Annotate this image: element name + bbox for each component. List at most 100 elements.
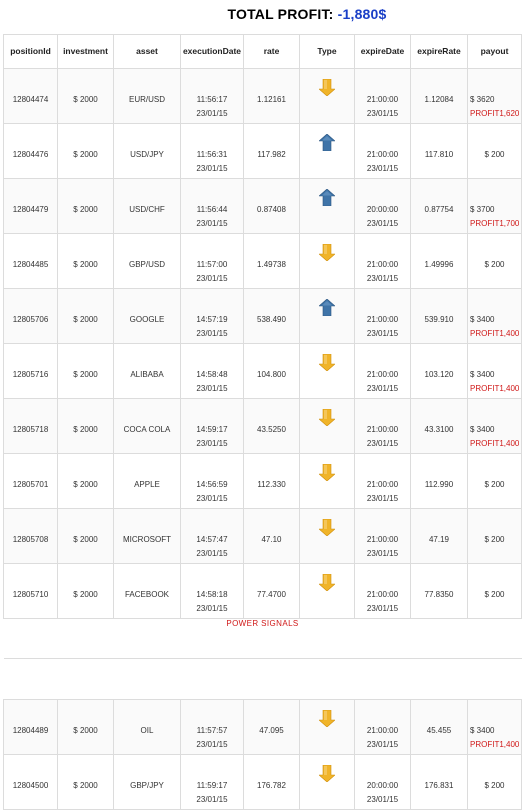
execution-date-cell: 14:57:19 23/01/15 [180, 288, 244, 344]
down-arrow-icon [319, 519, 335, 536]
type-cell [299, 233, 355, 289]
asset-cell: GOOGLE [113, 288, 181, 344]
payout-cell: $ 200 [467, 563, 522, 619]
expire-date-cell: 20:00:00 23/01/15 [354, 178, 411, 234]
cell-text: GBP/JPY [130, 781, 164, 790]
payout-cell: $ 200 [467, 123, 522, 179]
investment-cell: $ 2000 [57, 288, 114, 344]
column-header: investment [57, 34, 114, 69]
date-text: 23/01/15 [366, 274, 399, 283]
cell-text: 20:00:00 23/01/15 [356, 180, 410, 232]
date-text: 23/01/15 [196, 329, 228, 338]
time-text: 11:56:44 [196, 205, 228, 214]
date-text: 23/01/15 [366, 549, 399, 558]
time-text: 14:59:17 [196, 425, 228, 434]
cell-text: 43.5250 [257, 425, 286, 434]
cell-text: 11:56:17 23/01/15 [182, 70, 243, 122]
cell-text: 77.4700 [257, 590, 286, 599]
execution-date-cell: 14:58:48 23/01/15 [180, 343, 244, 399]
expire-rate-cell: 47.19 [410, 508, 468, 564]
column-header: expireDate [354, 34, 411, 69]
date-text: 23/01/15 [196, 109, 228, 118]
cell-text: 21:00:00 23/01/15 [356, 701, 410, 753]
cell-text: 1.12084 [424, 95, 454, 104]
payout-cell: $ 200 [467, 754, 522, 810]
date-text: 23/01/15 [366, 219, 399, 228]
position-id-cell: 12804489 [3, 699, 58, 755]
spacer-cell [3, 658, 522, 700]
cell-text: 21:00:00 23/01/15 [356, 400, 410, 452]
date-text: 23/01/15 [196, 494, 228, 503]
time-text: 11:56:31 [196, 150, 228, 159]
cell-text: $ 2000 [73, 370, 98, 379]
rate-cell: 1.12161 [243, 68, 300, 124]
investment-cell: $ 2000 [57, 343, 114, 399]
expire-date-cell: 21:00:00 23/01/15 [354, 453, 411, 509]
date-text: 23/01/15 [196, 274, 228, 283]
execution-date-cell: 11:56:31 23/01/15 [180, 123, 244, 179]
rate-cell: 47.095 [243, 699, 300, 755]
date-text: 23/01/15 [196, 604, 228, 613]
expire-rate-cell: 45.455 [410, 699, 468, 755]
cell-text: 117.982 [257, 150, 286, 159]
payout-value: $ 3400 [470, 370, 495, 379]
expire-date-cell: 21:00:00 23/01/15 [354, 233, 411, 289]
cell-text: 21:00:00 23/01/15 [356, 235, 410, 287]
table-row: 12804489 $ 2000 OIL 11:57:57 23/01/15 47.095 2… [3, 699, 522, 755]
date-text: 23/01/15 [196, 164, 228, 173]
table-row: 12805708 $ 2000 MICROSOFT 14:57:47 23/01/15 4… [3, 508, 522, 564]
cell-text: 14:58:18 23/01/15 [182, 565, 243, 617]
down-arrow-icon [319, 244, 335, 261]
cell-text: $ 2000 [73, 315, 98, 324]
cell-text: $ 3620 PROFIT1,620 [469, 70, 521, 122]
cell-text: COCA COLA [123, 425, 171, 434]
time-text: 21:00:00 [366, 260, 399, 269]
cell-text: 12805718 [12, 425, 49, 434]
execution-date-cell: 11:56:17 23/01/15 [180, 68, 244, 124]
cell-text: 43.3100 [424, 425, 454, 434]
table-row: 12804476 $ 2000 USD/JPY 11:56:31 23/01/15 117… [3, 123, 522, 179]
cell-text: 1.49996 [424, 260, 454, 269]
cell-text: ALIBABA [130, 370, 164, 379]
table-row: 12805718 $ 2000 COCA COLA 14:59:17 23/01/15 4… [3, 398, 522, 454]
expire-rate-cell: 0.87754 [410, 178, 468, 234]
investment-cell: $ 2000 [57, 233, 114, 289]
cell-text: 12804489 [12, 726, 49, 735]
position-id-cell: 12804479 [3, 178, 58, 234]
type-cell [299, 754, 355, 810]
time-text: 14:58:18 [196, 590, 228, 599]
time-text: 21:00:00 [366, 726, 399, 735]
cell-text: 14:57:19 23/01/15 [182, 290, 243, 342]
cell-text: $ 3700 PROFIT1,700 [469, 180, 521, 232]
cell-text: $ 3400 PROFIT1,400 [469, 701, 521, 753]
expire-date-cell: 21:00:00 23/01/15 [354, 288, 411, 344]
position-id-cell: 12804476 [3, 123, 58, 179]
cell-text: GBP/USD [128, 260, 165, 269]
cell-text: 0.87408 [257, 205, 286, 214]
time-text: 21:00:00 [366, 480, 399, 489]
cell-text: 12804485 [12, 260, 49, 269]
expire-date-cell: 21:00:00 23/01/15 [354, 508, 411, 564]
payout-cell: $ 3400 PROFIT1,400 [467, 699, 522, 755]
cell-text: $ 3400 PROFIT1,400 [469, 345, 521, 397]
cell-text: 14:57:47 23/01/15 [182, 510, 243, 562]
asset-cell: MICROSOFT [113, 508, 181, 564]
time-text: 21:00:00 [366, 370, 399, 379]
payout-value: $ 200 [484, 535, 505, 544]
time-text: 14:57:47 [196, 535, 228, 544]
type-cell [299, 563, 355, 619]
rate-cell: 112.330 [243, 453, 300, 509]
column-header: rate [243, 34, 300, 69]
cell-text: 12804500 [12, 781, 49, 790]
time-text: 21:00:00 [366, 150, 399, 159]
power-signals-label: POWER SIGNALS [3, 618, 522, 659]
type-cell [299, 178, 355, 234]
cell-text: 112.990 [424, 480, 454, 489]
date-text: 23/01/15 [366, 494, 399, 503]
profit-text: PROFIT1,400 [470, 740, 520, 749]
cell-text: $ 3400 PROFIT1,400 [469, 400, 521, 452]
cell-text: 47.10 [261, 535, 282, 544]
down-arrow-icon [319, 79, 335, 96]
asset-cell: GBP/JPY [113, 754, 181, 810]
cell-text: $ 2000 [73, 535, 98, 544]
